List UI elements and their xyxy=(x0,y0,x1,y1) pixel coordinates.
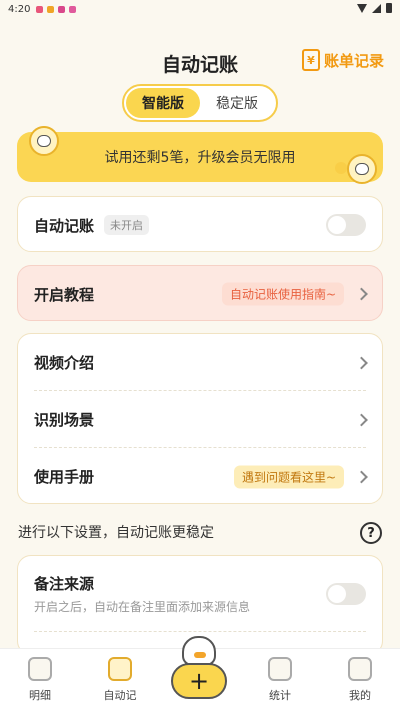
tab-stable[interactable]: 稳定版 xyxy=(200,88,274,118)
status-bar: 4:20 xyxy=(0,0,400,18)
tab-smart[interactable]: 智能版 xyxy=(126,88,200,118)
remark-source-toggle[interactable] xyxy=(326,583,366,605)
bill-records-button[interactable]: ¥ 账单记录 xyxy=(301,49,384,71)
tab-auto[interactable]: 自动记 xyxy=(80,649,160,711)
tab-details[interactable]: 明细 xyxy=(0,649,80,711)
app-notification-icon xyxy=(69,5,77,13)
remark-source-label: 备注来源 xyxy=(34,575,95,593)
chevron-right-icon xyxy=(355,287,368,301)
app-notification-icon xyxy=(58,5,66,13)
chevron-right-icon xyxy=(355,470,368,483)
signal-icon xyxy=(372,3,381,13)
calendar-icon xyxy=(268,657,292,681)
tab-mine[interactable]: 我的 xyxy=(320,649,400,711)
status-time: 4:20 xyxy=(8,3,31,15)
help-icon[interactable]: ? xyxy=(360,522,382,544)
tab-label: 明细 xyxy=(29,689,51,702)
bill-icon: ¥ xyxy=(301,49,320,71)
tutorial-card[interactable]: 开启教程 自动记账使用指南~ xyxy=(17,265,383,321)
menu-item-label: 视频介绍 xyxy=(34,354,95,372)
tab-label: 自动记 xyxy=(103,689,137,702)
wifi-icon xyxy=(357,3,367,13)
app-notification-icon xyxy=(47,5,55,13)
tutorial-label: 开启教程 xyxy=(34,285,95,304)
chevron-right-icon xyxy=(355,413,368,426)
settings-note: 进行以下设置，自动记账更稳定 xyxy=(18,525,214,541)
flower-duck-icon xyxy=(29,126,59,156)
trial-banner[interactable]: 试用还剩5笔，升级会员无限用 xyxy=(17,126,383,184)
chevron-right-icon xyxy=(355,356,368,369)
header: 自动记账 ¥ 账单记录 xyxy=(0,44,400,78)
remark-source-desc: 开启之后，自动在备注里面添加来源信息 xyxy=(34,600,251,614)
guide-link[interactable]: 自动记账使用指南~ xyxy=(221,282,344,306)
divider xyxy=(34,631,366,632)
menu-item-label: 使用手册 xyxy=(34,468,95,486)
flower-duck-icon xyxy=(347,154,377,184)
duck-mascot-icon xyxy=(182,636,216,666)
status-badge: 未开启 xyxy=(104,215,150,235)
tab-stats[interactable]: 统计 xyxy=(240,649,320,711)
battery-icon xyxy=(386,3,392,13)
auto-record-toggle[interactable] xyxy=(326,214,366,236)
menu-item-video[interactable]: 视频介绍 xyxy=(18,334,382,391)
auto-record-label: 自动记账 xyxy=(34,216,95,235)
tab-label: 我的 xyxy=(349,689,371,702)
details-icon xyxy=(28,657,52,681)
auto-record-icon xyxy=(108,657,132,681)
auto-record-card: 自动记账 未开启 xyxy=(17,196,383,252)
bill-records-label: 账单记录 xyxy=(323,51,384,70)
tab-label: 统计 xyxy=(269,689,291,702)
version-switch: 智能版 稳定版 xyxy=(122,84,278,122)
menu-item-scenes[interactable]: 识别场景 xyxy=(18,391,382,448)
menu-item-manual[interactable]: 使用手册 遇到问题看这里~ xyxy=(18,448,382,505)
trial-text: 试用还剩5笔，升级会员无限用 xyxy=(104,150,296,166)
profile-icon xyxy=(348,657,372,681)
add-record-button[interactable]: + xyxy=(171,663,227,699)
manual-hint-badge: 遇到问题看这里~ xyxy=(233,465,344,488)
coin-decoration xyxy=(335,162,347,174)
app-notification-icon xyxy=(36,5,44,13)
menu-item-label: 识别场景 xyxy=(34,411,95,429)
info-menu-card: 视频介绍 识别场景 使用手册 遇到问题看这里~ xyxy=(17,333,383,504)
